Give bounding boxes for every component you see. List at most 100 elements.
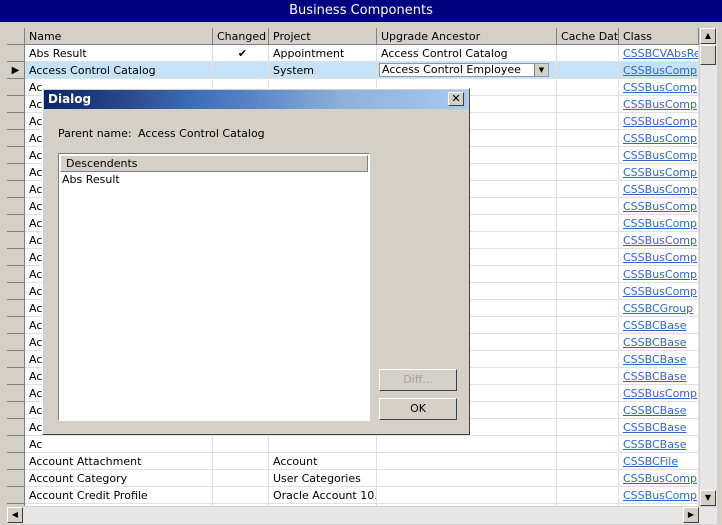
row-selector[interactable] [7, 504, 25, 506]
row-selector[interactable] [7, 147, 25, 164]
cell-changed[interactable] [213, 436, 269, 453]
cell-cache-data[interactable] [557, 300, 619, 317]
cell-cache-data[interactable] [557, 164, 619, 181]
cell-class[interactable]: CSSBusComp [619, 130, 699, 147]
cell-class[interactable]: CSSBusComp [619, 79, 699, 96]
cell-upgrade-ancestor[interactable]: Access Control Catalog [377, 45, 557, 62]
cell-name[interactable]: Abs Result [25, 45, 213, 62]
cell-changed[interactable] [213, 487, 269, 504]
cell-class[interactable]: CSSBusComp [619, 283, 699, 300]
cell-class[interactable]: CSSBCBase [619, 419, 699, 436]
cell-project[interactable]: Account [269, 504, 377, 506]
cell-class[interactable]: CSSBusComp [619, 385, 699, 402]
ok-button[interactable]: OK [379, 398, 457, 420]
cell-class-text[interactable]: CSSBusComp [623, 98, 697, 111]
row-selector[interactable] [7, 368, 25, 385]
cell-cache-data[interactable] [557, 351, 619, 368]
cell-cache-data[interactable] [557, 504, 619, 506]
cell-class-text[interactable]: CSSBusComp [623, 132, 697, 145]
cell-class[interactable]: CSSBCVAbsResult [619, 45, 699, 62]
cell-class-text[interactable]: CSSBusComp [623, 64, 697, 77]
cell-class[interactable]: CSSBusComp [619, 504, 699, 506]
row-selector[interactable] [7, 334, 25, 351]
cell-class-text[interactable]: CSSBCBase [623, 438, 686, 451]
cell-class[interactable]: CSSBusComp [619, 215, 699, 232]
cell-cache-data[interactable] [557, 96, 619, 113]
upgrade-ancestor-dropdown[interactable]: Access Control Employee ▼ [379, 63, 549, 77]
row-selector[interactable] [7, 470, 25, 487]
cell-class-text[interactable]: CSSBCFile [623, 455, 678, 468]
cell-class[interactable]: CSSBCBase [619, 402, 699, 419]
column-header-name[interactable]: Name [25, 28, 213, 45]
cell-project[interactable]: Account [269, 453, 377, 470]
cell-upgrade-ancestor[interactable]: Access Control Employee ▼ [377, 62, 557, 79]
cell-class-text[interactable]: CSSBusComp [623, 251, 697, 264]
cell-name[interactable]: Ac [25, 436, 213, 453]
table-row[interactable]: Ac CSSBCBase [7, 436, 699, 453]
cell-upgrade-ancestor[interactable] [377, 436, 557, 453]
row-selector[interactable] [7, 45, 25, 62]
cell-changed[interactable] [213, 62, 269, 79]
list-item[interactable]: Abs Result [62, 173, 120, 186]
cell-cache-data[interactable] [557, 436, 619, 453]
cell-class[interactable]: CSSBCBase [619, 334, 699, 351]
cell-cache-data[interactable] [557, 419, 619, 436]
table-row[interactable]: Account Attachment Account CSSBCFile [7, 453, 699, 470]
cell-class[interactable]: CSSBusComp [619, 487, 699, 504]
cell-class[interactable]: CSSBCBase [619, 317, 699, 334]
cell-name[interactable]: Account Attachment [25, 453, 213, 470]
cell-class-text[interactable]: CSSBCBase [623, 404, 686, 417]
cell-class-text[interactable]: CSSBusComp [623, 217, 697, 230]
cell-cache-data[interactable] [557, 334, 619, 351]
cell-class[interactable]: CSSBCGroup [619, 300, 699, 317]
cell-cache-data[interactable] [557, 79, 619, 96]
cell-class-text[interactable]: CSSBusComp [623, 115, 697, 128]
table-row[interactable]: Account Category User Categories CSSBusCom… [7, 470, 699, 487]
row-selector[interactable] [7, 402, 25, 419]
row-selector[interactable] [7, 130, 25, 147]
vertical-scrollbar[interactable]: ▲ ▼ [700, 28, 717, 506]
cell-project[interactable] [269, 436, 377, 453]
cell-cache-data[interactable] [557, 249, 619, 266]
chevron-down-icon[interactable]: ▼ [534, 64, 548, 76]
cell-class[interactable]: CSSBusComp [619, 198, 699, 215]
row-selector[interactable] [7, 351, 25, 368]
row-pointer-icon[interactable]: ▶ [7, 62, 25, 79]
cell-changed[interactable] [213, 453, 269, 470]
cell-class-text[interactable]: CSSBusComp [623, 472, 697, 485]
row-selector[interactable] [7, 300, 25, 317]
cell-class-text[interactable]: CSSBusComp [623, 234, 697, 247]
cell-cache-data[interactable] [557, 368, 619, 385]
cell-project[interactable]: User Categories [269, 470, 377, 487]
scroll-up-icon[interactable]: ▲ [700, 28, 716, 44]
scroll-right-icon[interactable]: ▶ [683, 507, 699, 523]
row-selector[interactable] [7, 283, 25, 300]
cell-class[interactable]: CSSBusComp [619, 96, 699, 113]
cell-class-text[interactable]: CSSBusComp [623, 81, 697, 94]
row-selector[interactable] [7, 181, 25, 198]
cell-class-text[interactable]: CSSBCBase [623, 319, 686, 332]
row-selector[interactable] [7, 487, 25, 504]
cell-project[interactable]: System [269, 62, 377, 79]
cell-class-text[interactable]: CSSBusComp [623, 387, 697, 400]
row-selector[interactable] [7, 385, 25, 402]
column-header-changed[interactable]: Changed [213, 28, 269, 45]
cell-cache-data[interactable] [557, 283, 619, 300]
cell-class-text[interactable]: CSSBCGroup [623, 302, 693, 315]
cell-name[interactable]: Account Credit Profile [25, 487, 213, 504]
cell-cache-data[interactable] [557, 487, 619, 504]
descendents-list-header[interactable]: Descendents [60, 155, 368, 172]
cell-changed[interactable]: ✔ [213, 45, 269, 62]
column-header-project[interactable]: Project [269, 28, 377, 45]
cell-cache-data[interactable] [557, 470, 619, 487]
table-row[interactable]: Account External Product Account CSSBusCom… [7, 504, 699, 506]
cell-cache-data[interactable] [557, 266, 619, 283]
column-header-upgrade-ancestor[interactable]: Upgrade Ancestor [377, 28, 557, 45]
cell-class[interactable]: CSSBusComp [619, 249, 699, 266]
cell-class-text[interactable]: CSSBCVAbsResult [623, 47, 698, 60]
cell-class[interactable]: CSSBusComp [619, 266, 699, 283]
cell-upgrade-ancestor[interactable] [377, 470, 557, 487]
row-selector[interactable] [7, 249, 25, 266]
cell-cache-data[interactable] [557, 147, 619, 164]
table-row[interactable]: Account Credit Profile Oracle Account 10.… [7, 487, 699, 504]
